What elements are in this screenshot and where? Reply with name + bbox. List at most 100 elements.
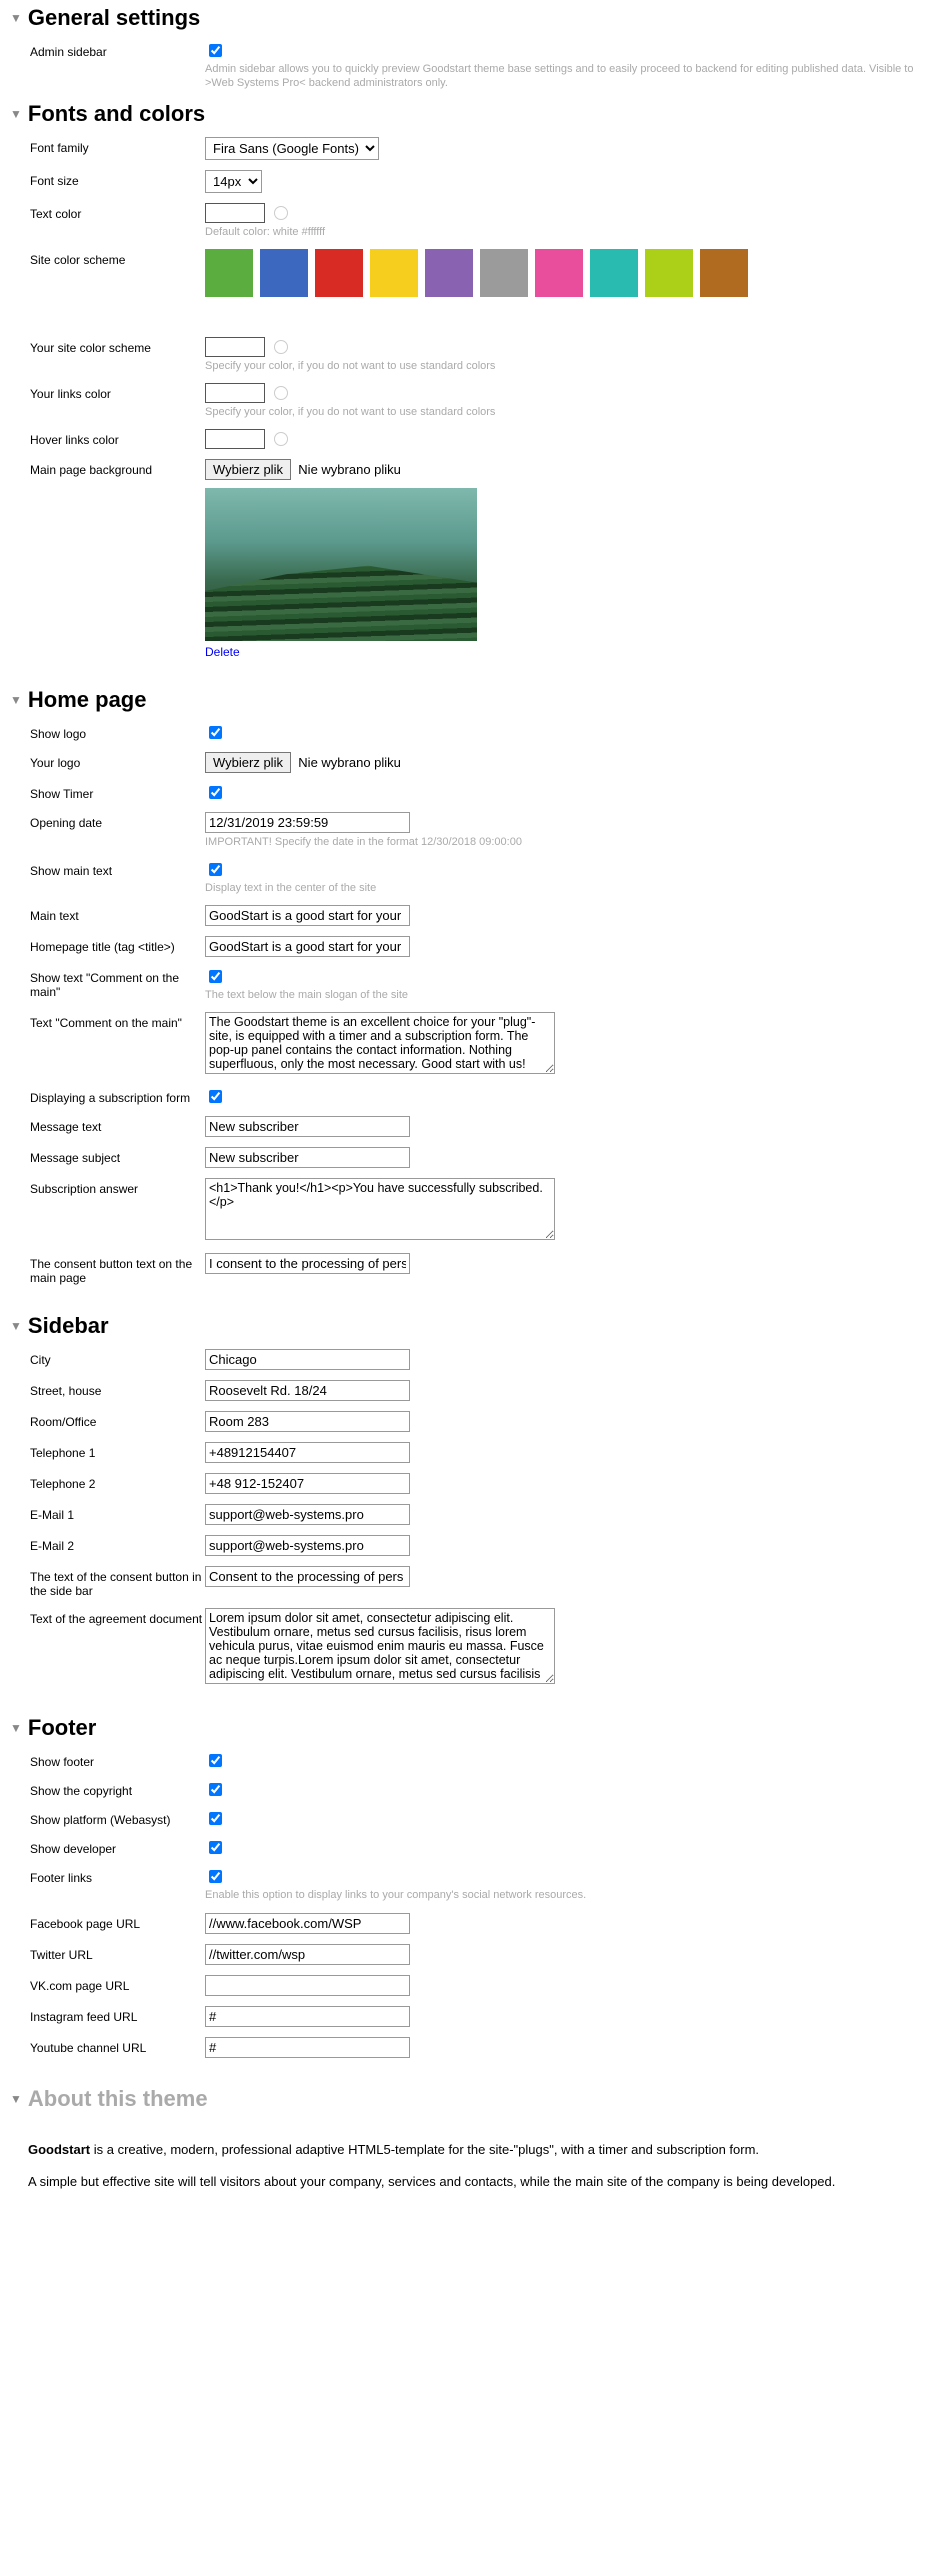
show-footer-label: Show footer [30, 1751, 205, 1769]
bg-file-button[interactable]: Wybierz plik [205, 459, 291, 480]
message-subject-input[interactable] [205, 1147, 410, 1168]
tel2-input[interactable] [205, 1473, 410, 1494]
color-swatch-8[interactable] [645, 249, 693, 297]
message-text-input[interactable] [205, 1116, 410, 1137]
show-comment-label: Show text "Comment on the main" [30, 967, 205, 999]
show-developer-label: Show developer [30, 1838, 205, 1856]
show-copyright-checkbox[interactable] [209, 1783, 222, 1796]
show-subscription-label: Displaying a subscription form [30, 1087, 205, 1105]
text-color-input[interactable] [205, 203, 265, 223]
city-label: City [30, 1349, 205, 1367]
comment-text-input[interactable]: The Goodstart theme is an excellent choi… [205, 1012, 555, 1074]
color-swatch-3[interactable] [370, 249, 418, 297]
section-homepage[interactable]: ▼ Home page [0, 682, 933, 718]
street-input[interactable] [205, 1380, 410, 1401]
section-title: Footer [28, 1715, 96, 1741]
admin-sidebar-label: Admin sidebar [30, 41, 205, 59]
main-text-input[interactable] [205, 905, 410, 926]
bg-delete-link[interactable]: Delete [205, 645, 240, 659]
bg-file-status: Nie wybrano pliku [298, 462, 401, 477]
section-fonts[interactable]: ▼ Fonts and colors [0, 96, 933, 132]
color-swatch-2[interactable] [315, 249, 363, 297]
section-about[interactable]: ▼ About this theme [0, 2081, 933, 2117]
vk-label: VK.com page URL [30, 1975, 205, 1993]
logo-file-status: Nie wybrano pliku [298, 755, 401, 770]
show-logo-checkbox[interactable] [209, 726, 222, 739]
links-color-label: Your links color [30, 383, 205, 401]
show-timer-label: Show Timer [30, 783, 205, 801]
hover-color-input[interactable] [205, 429, 265, 449]
section-title: General settings [28, 5, 200, 31]
opening-date-help: IMPORTANT! Specify the date in the forma… [205, 835, 933, 849]
color-swatch-0[interactable] [205, 249, 253, 297]
color-reset-icon[interactable] [274, 432, 288, 446]
color-reset-icon[interactable] [274, 340, 288, 354]
email2-label: E-Mail 2 [30, 1535, 205, 1553]
text-color-label: Text color [30, 203, 205, 221]
street-label: Street, house [30, 1380, 205, 1398]
email2-input[interactable] [205, 1535, 410, 1556]
section-footer[interactable]: ▼ Footer [0, 1710, 933, 1746]
opening-date-input[interactable] [205, 812, 410, 833]
caret-down-icon: ▼ [10, 693, 22, 707]
city-input[interactable] [205, 1349, 410, 1370]
text-color-help: Default color: white #ffffff [205, 225, 933, 239]
subscription-answer-label: Subscription answer [30, 1178, 205, 1196]
bg-preview-image [205, 488, 477, 641]
yt-input[interactable] [205, 2037, 410, 2058]
font-family-select[interactable]: Fira Sans (Google Fonts) [205, 137, 379, 160]
email1-input[interactable] [205, 1504, 410, 1525]
homepage-title-label: Homepage title (tag <title>) [30, 936, 205, 954]
color-swatch-4[interactable] [425, 249, 473, 297]
show-subscription-checkbox[interactable] [209, 1090, 222, 1103]
caret-down-icon: ▼ [10, 107, 22, 121]
consent-button-label: The consent button text on the main page [30, 1253, 205, 1285]
subscription-answer-input[interactable]: <h1>Thank you!</h1><p>You have successfu… [205, 1178, 555, 1240]
ig-input[interactable] [205, 2006, 410, 2027]
font-size-label: Font size [30, 170, 205, 188]
tel1-input[interactable] [205, 1442, 410, 1463]
section-general[interactable]: ▼ General settings [0, 0, 933, 36]
yt-label: Youtube channel URL [30, 2037, 205, 2055]
color-reset-icon[interactable] [274, 206, 288, 220]
caret-down-icon: ▼ [10, 1721, 22, 1735]
font-family-label: Font family [30, 137, 205, 155]
agreement-input[interactable]: Lorem ipsum dolor sit amet, consectetur … [205, 1608, 555, 1684]
color-swatch-9[interactable] [700, 249, 748, 297]
homepage-title-input[interactable] [205, 936, 410, 957]
color-swatch-6[interactable] [535, 249, 583, 297]
show-main-text-label: Show main text [30, 860, 205, 878]
admin-sidebar-checkbox[interactable] [209, 44, 222, 57]
vk-input[interactable] [205, 1975, 410, 1996]
section-title: Fonts and colors [28, 101, 205, 127]
consent-button-input[interactable] [205, 1253, 410, 1274]
color-swatches [205, 249, 933, 297]
about-paragraph-2: A simple but effective site will tell vi… [28, 2172, 905, 2192]
color-swatch-5[interactable] [480, 249, 528, 297]
show-footer-checkbox[interactable] [209, 1754, 222, 1767]
links-color-help: Specify your color, if you do not want t… [205, 405, 933, 419]
consent-side-input[interactable] [205, 1566, 410, 1587]
show-timer-checkbox[interactable] [209, 786, 222, 799]
links-color-input[interactable] [205, 383, 265, 403]
logo-file-button[interactable]: Wybierz plik [205, 752, 291, 773]
section-sidebar[interactable]: ▼ Sidebar [0, 1308, 933, 1344]
ig-label: Instagram feed URL [30, 2006, 205, 2024]
footer-links-checkbox[interactable] [209, 1870, 222, 1883]
color-reset-icon[interactable] [274, 386, 288, 400]
your-scheme-input[interactable] [205, 337, 265, 357]
room-input[interactable] [205, 1411, 410, 1432]
show-developer-checkbox[interactable] [209, 1841, 222, 1854]
tw-input[interactable] [205, 1944, 410, 1965]
color-swatch-7[interactable] [590, 249, 638, 297]
section-title: About this theme [28, 2086, 208, 2112]
show-platform-checkbox[interactable] [209, 1812, 222, 1825]
show-main-text-checkbox[interactable] [209, 863, 222, 876]
show-comment-checkbox[interactable] [209, 970, 222, 983]
show-copyright-label: Show the copyright [30, 1780, 205, 1798]
fb-input[interactable] [205, 1913, 410, 1934]
show-main-text-help: Display text in the center of the site [205, 881, 933, 895]
color-swatch-1[interactable] [260, 249, 308, 297]
bg-label: Main page background [30, 459, 205, 477]
font-size-select[interactable]: 14px [205, 170, 262, 193]
